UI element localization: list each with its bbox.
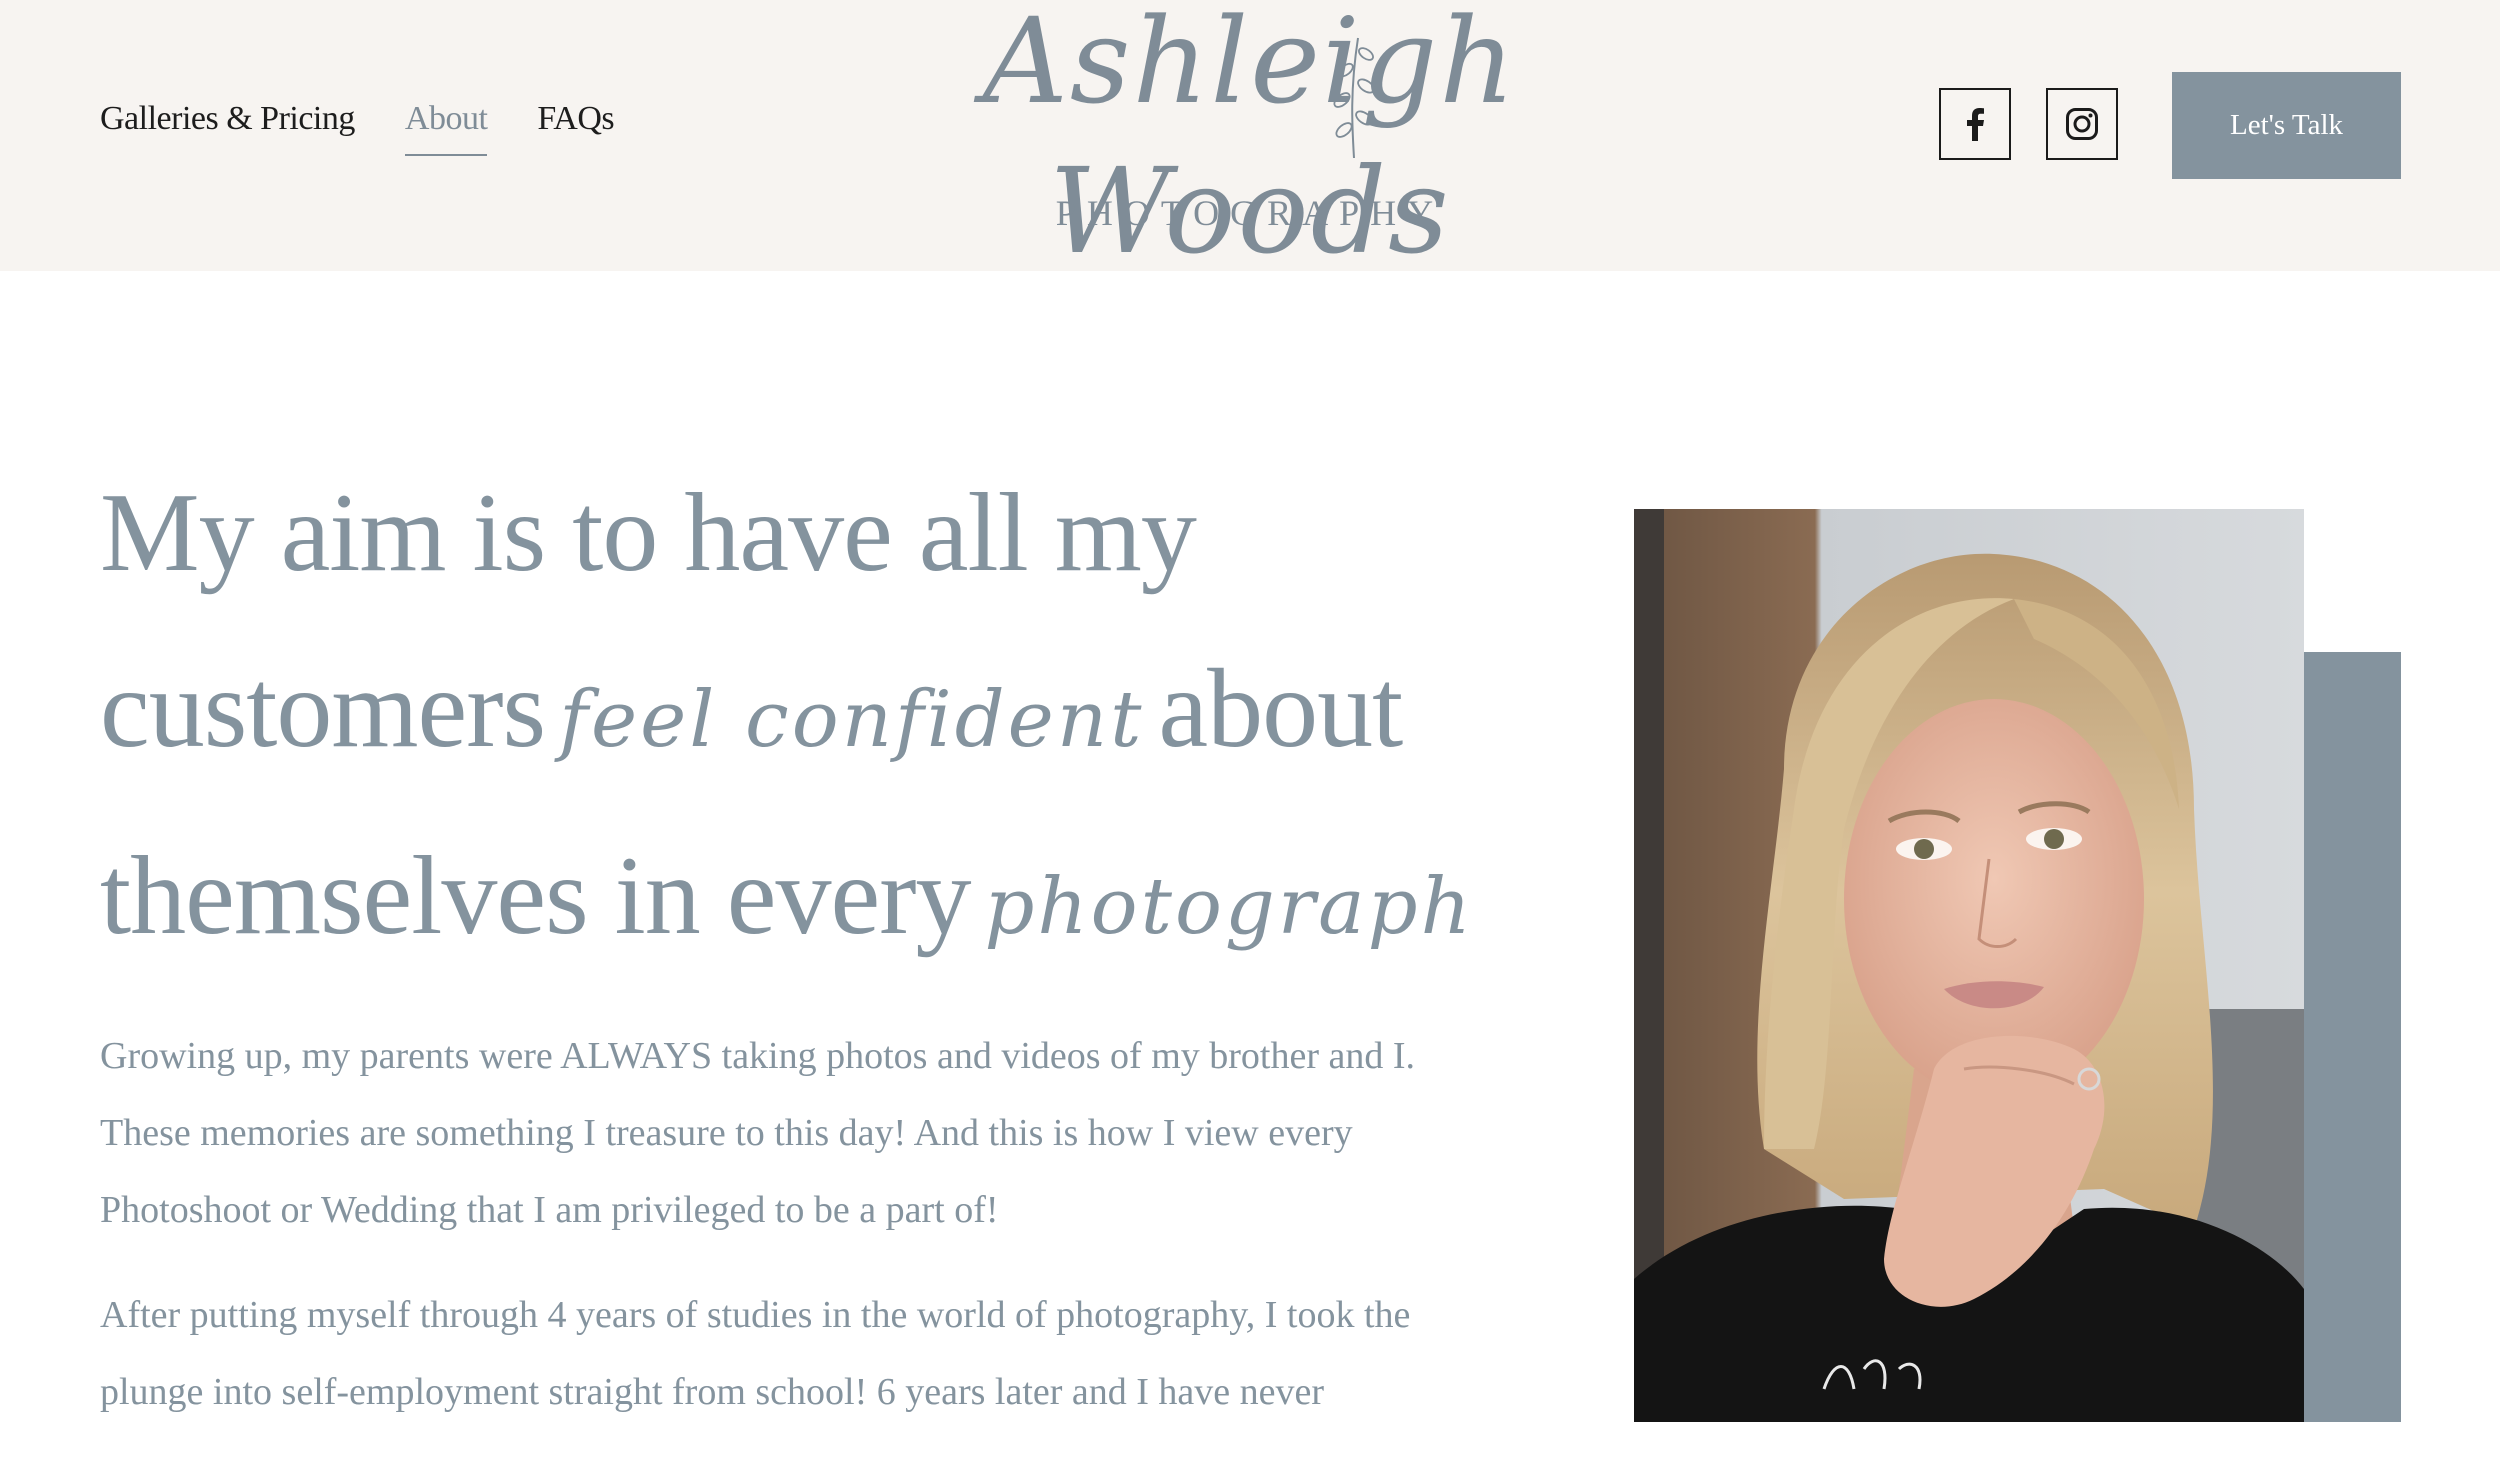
headline-line-2: customers feel confident about: [100, 621, 1500, 808]
about-paragraph: After putting myself through 4 years of …: [100, 1294, 1411, 1413]
about-body: Growing up, my parents were ALWAYS takin…: [100, 1018, 1460, 1459]
facebook-link[interactable]: [1939, 88, 2011, 160]
portrait-illustration: [1634, 509, 2304, 1422]
nav-link-about[interactable]: About: [404, 100, 488, 156]
about-paragraph: Growing up, my parents were ALWAYS takin…: [100, 1035, 1416, 1231]
site-header: Galleries & Pricing About FAQs Ashleigh …: [0, 0, 2500, 280]
leaf-sprig-icon: [1333, 37, 1375, 159]
facebook-icon: [1967, 108, 1984, 141]
headline-line-1: My aim is to have all my: [100, 471, 1197, 595]
headline-script-accent: feel confident: [559, 675, 1145, 765]
main-nav: Galleries & Pricing About FAQs: [100, 100, 664, 156]
headline-text: customers: [100, 647, 546, 771]
about-headline: My aim is to have all my customers feel c…: [100, 445, 1500, 995]
headline-text: themselves in every: [100, 834, 971, 958]
headline-text: about: [1158, 647, 1403, 771]
nav-link-galleries-pricing[interactable]: Galleries & Pricing: [100, 100, 355, 138]
site-logo[interactable]: Ashleigh Woods PHOTOGRAPHY: [870, 0, 1630, 280]
instagram-link[interactable]: [2046, 88, 2118, 160]
headline-line-3: themselves in every photograph: [100, 808, 1500, 995]
logo-subtitle: PHOTOGRAPHY: [1055, 193, 1445, 233]
logo-script-text: Ashleigh Woods: [982, 0, 1518, 280]
instagram-icon: [2066, 108, 2098, 140]
photo-accent-block: [2302, 652, 2401, 1422]
nav-link-faqs[interactable]: FAQs: [537, 100, 614, 138]
lets-talk-button[interactable]: Let's Talk: [2172, 72, 2401, 179]
headline-script-accent: photograph: [984, 862, 1474, 952]
portrait-photo: [1634, 509, 2304, 1422]
